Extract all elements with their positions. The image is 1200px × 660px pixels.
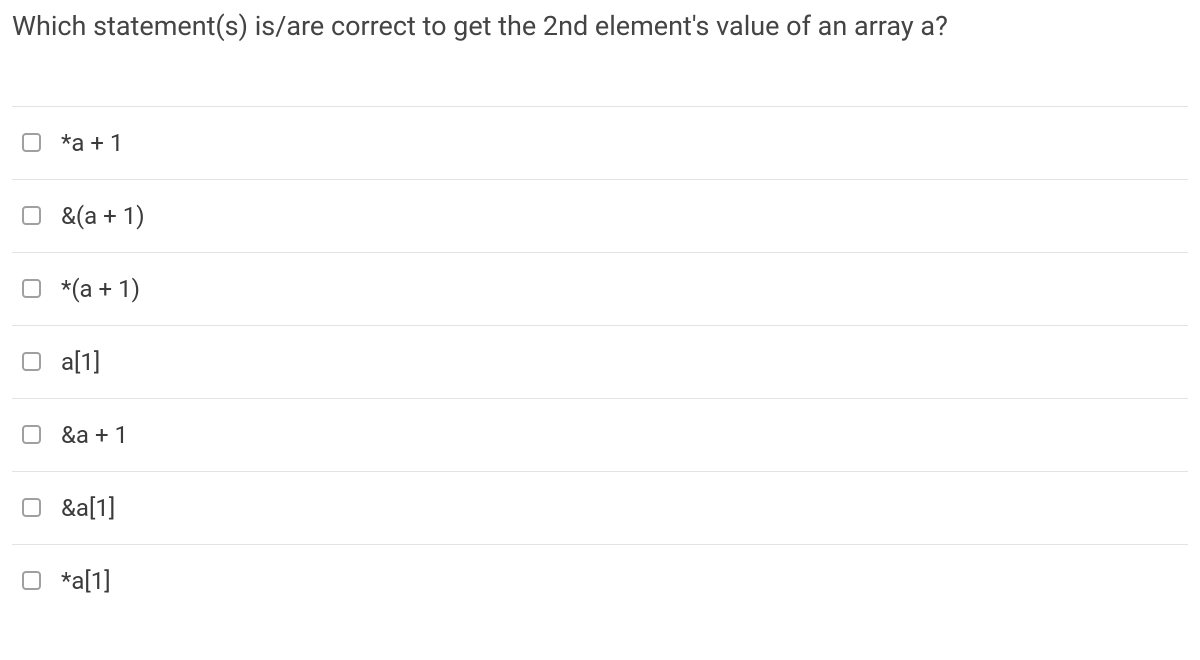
option-row[interactable]: &a[1]: [12, 471, 1188, 544]
option-label: a[1]: [61, 348, 100, 376]
option-checkbox-6[interactable]: [22, 571, 41, 590]
option-row[interactable]: *a[1]: [12, 544, 1188, 617]
option-label: *a[1]: [61, 567, 111, 595]
option-label: *a + 1: [61, 129, 123, 157]
option-label: *(a + 1): [61, 275, 140, 303]
option-checkbox-2[interactable]: [22, 279, 41, 298]
option-row[interactable]: *a + 1: [12, 106, 1188, 179]
option-row[interactable]: &a + 1: [12, 398, 1188, 471]
option-row[interactable]: &(a + 1): [12, 179, 1188, 252]
option-label: &a + 1: [61, 421, 128, 449]
option-checkbox-3[interactable]: [22, 352, 41, 371]
option-checkbox-5[interactable]: [22, 498, 41, 517]
option-checkbox-4[interactable]: [22, 425, 41, 444]
option-checkbox-0[interactable]: [22, 133, 41, 152]
question-container: Which statement(s) is/are correct to get…: [0, 0, 1200, 617]
option-label: &(a + 1): [61, 202, 145, 230]
option-row[interactable]: a[1]: [12, 325, 1188, 398]
option-row[interactable]: *(a + 1): [12, 252, 1188, 325]
options-list: *a + 1 &(a + 1) *(a + 1) a[1] &a + 1 &a[…: [12, 106, 1188, 617]
option-label: &a[1]: [61, 494, 115, 522]
question-prompt: Which statement(s) is/are correct to get…: [12, 8, 1188, 46]
option-checkbox-1[interactable]: [22, 206, 41, 225]
